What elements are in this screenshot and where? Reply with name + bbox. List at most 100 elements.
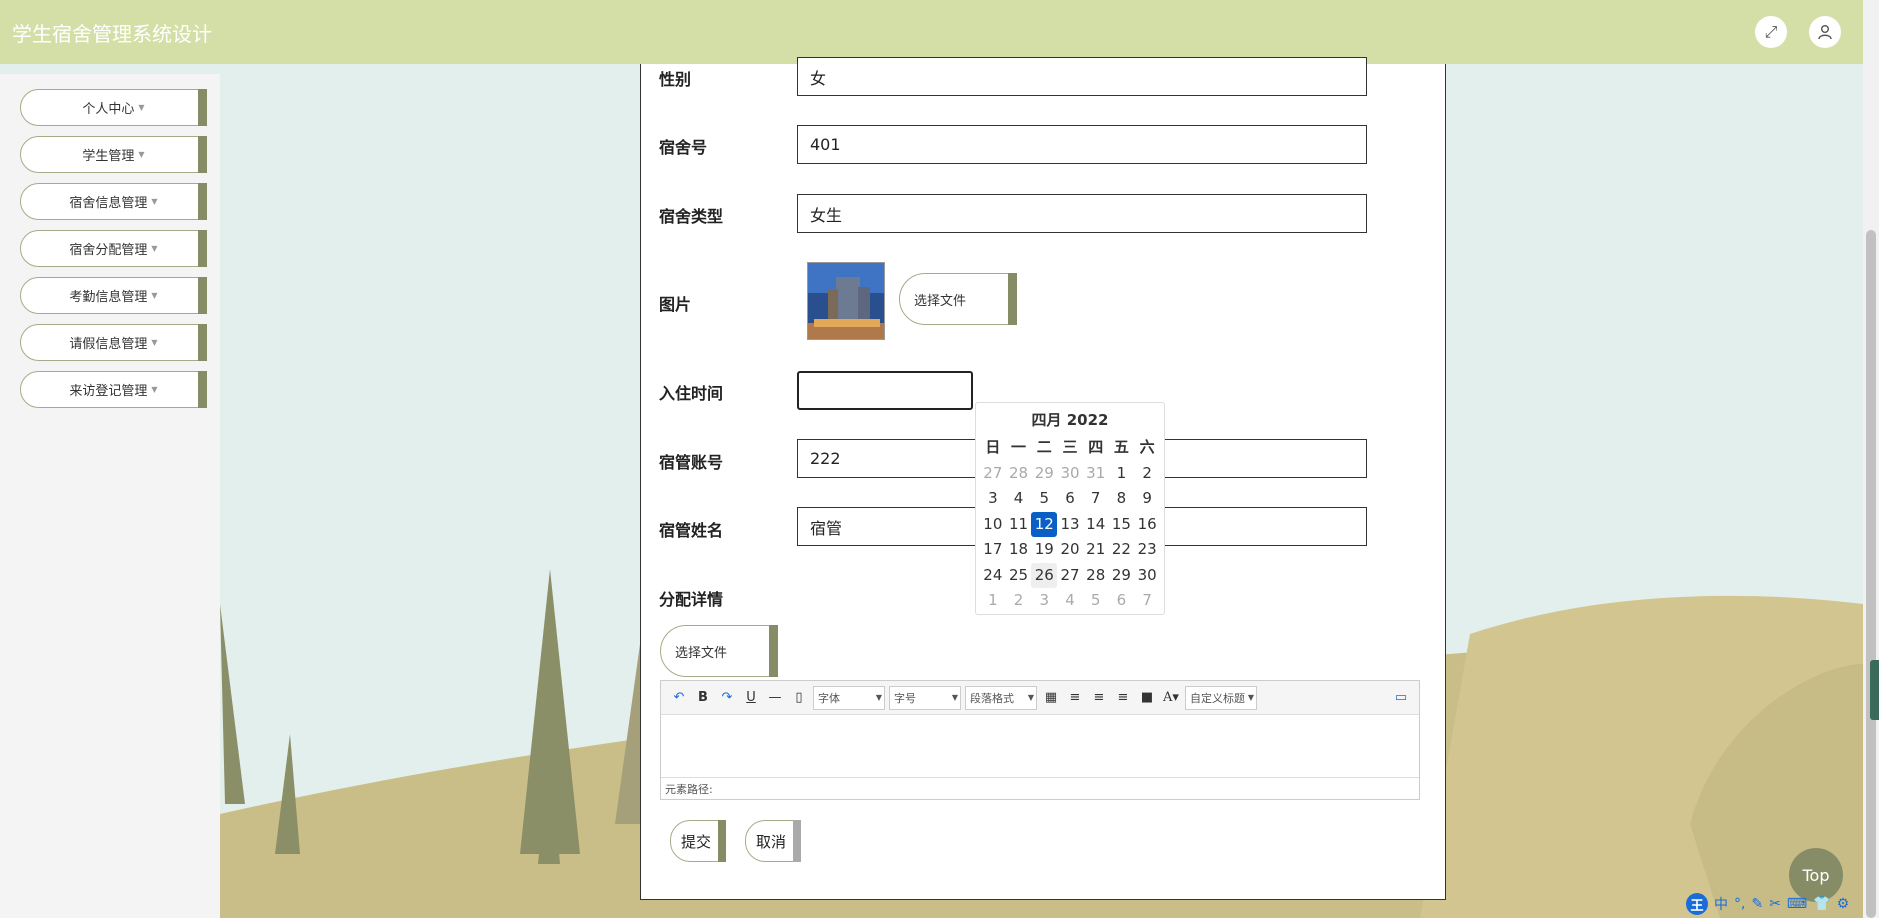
date-cell[interactable]: 20 bbox=[1057, 537, 1083, 563]
font-color-icon[interactable]: A▾ bbox=[1159, 690, 1183, 705]
date-cell[interactable]: 6 bbox=[1109, 588, 1135, 614]
date-cell[interactable]: 3 bbox=[980, 486, 1006, 512]
date-cell[interactable]: 30 bbox=[1057, 461, 1083, 487]
custom-title-select[interactable]: 自定义标题 ▼ bbox=[1185, 685, 1257, 710]
date-cell[interactable]: 7 bbox=[1083, 486, 1109, 512]
cancel-button[interactable]: 取消 bbox=[745, 820, 801, 862]
punctuation-icon[interactable]: °, bbox=[1734, 896, 1745, 912]
sidebar-item-dorm-allocation[interactable]: 宿舍分配管理 ▼ bbox=[20, 230, 207, 267]
page-scrollbar[interactable] bbox=[1863, 0, 1879, 918]
select-label: 段落格式 bbox=[970, 691, 1014, 705]
checkin-time-input[interactable] bbox=[797, 371, 973, 410]
weekday-header: 三 bbox=[1062, 438, 1078, 456]
date-cell[interactable]: 16 bbox=[1134, 512, 1160, 538]
detail-choose-file-button[interactable]: 选择文件 bbox=[660, 625, 778, 677]
date-cell[interactable]: 30 bbox=[1134, 563, 1160, 589]
date-picker-month-header[interactable]: 四月 2022 bbox=[976, 403, 1164, 435]
date-cell[interactable]: 18 bbox=[1006, 537, 1032, 563]
date-cell[interactable]: 4 bbox=[1057, 588, 1083, 614]
align-center-icon[interactable]: ≡ bbox=[1111, 690, 1135, 705]
underline-icon[interactable]: U bbox=[739, 690, 763, 705]
fullscreen-button[interactable]: ⤢ bbox=[1755, 16, 1787, 48]
sidebar-item-visitor[interactable]: 来访登记管理 ▼ bbox=[20, 371, 207, 408]
editor-content-area[interactable] bbox=[661, 715, 1419, 777]
date-cell[interactable]: 22 bbox=[1109, 537, 1135, 563]
date-cell[interactable]: 26 bbox=[1031, 562, 1058, 588]
date-cell[interactable]: 7 bbox=[1134, 588, 1160, 614]
date-cell[interactable]: 24 bbox=[980, 563, 1006, 589]
date-cell[interactable]: 2 bbox=[1134, 461, 1160, 487]
caret-down-icon: ▼ bbox=[151, 197, 158, 206]
keyboard-icon[interactable]: ⌨ bbox=[1787, 896, 1807, 912]
caret-down-icon: ▼ bbox=[1247, 693, 1254, 702]
redo-icon[interactable]: ↷ bbox=[715, 690, 739, 705]
bold-icon[interactable]: B bbox=[691, 690, 715, 705]
sidebar-item-personal-center[interactable]: 个人中心 ▼ bbox=[20, 89, 207, 126]
date-cell[interactable]: 17 bbox=[980, 537, 1006, 563]
sidebar-item-leave[interactable]: 请假信息管理 ▼ bbox=[20, 324, 207, 361]
dorm-no-label: 宿舍号 bbox=[659, 138, 708, 157]
date-cell[interactable]: 1 bbox=[980, 588, 1006, 614]
date-cell[interactable]: 6 bbox=[1057, 486, 1083, 512]
date-cell[interactable]: 5 bbox=[1031, 486, 1057, 512]
date-cell[interactable]: 21 bbox=[1083, 537, 1109, 563]
side-panel-tab[interactable] bbox=[1870, 660, 1879, 720]
date-cell[interactable]: 2 bbox=[1006, 588, 1032, 614]
gender-input[interactable]: 女 bbox=[797, 57, 1367, 96]
date-cell[interactable]: 15 bbox=[1109, 512, 1135, 538]
ime-language-toggle[interactable]: 中 bbox=[1714, 894, 1728, 914]
horizontal-rule-icon[interactable]: — bbox=[763, 690, 787, 705]
dorm-no-input[interactable]: 401 bbox=[797, 125, 1367, 164]
caret-down-icon: ▼ bbox=[138, 103, 145, 112]
submit-button[interactable]: 提交 bbox=[670, 820, 726, 862]
sidebar-item-dorm-info[interactable]: 宿舍信息管理 ▼ bbox=[20, 183, 207, 220]
fullscreen-editor-icon[interactable]: ▭ bbox=[1389, 690, 1413, 705]
font-size-select[interactable]: 字号 ▼ bbox=[889, 685, 961, 710]
paste-icon[interactable]: ▯ bbox=[787, 690, 811, 705]
date-cell[interactable]: 1 bbox=[1109, 461, 1135, 487]
date-cell[interactable]: 23 bbox=[1134, 537, 1160, 563]
sidebar-item-student-management[interactable]: 学生管理 ▼ bbox=[20, 136, 207, 173]
date-cell[interactable]: 27 bbox=[1057, 563, 1083, 589]
date-cell[interactable]: 29 bbox=[1031, 461, 1057, 487]
date-cell[interactable]: 11 bbox=[1006, 512, 1032, 538]
handwrite-icon[interactable]: ✎ bbox=[1751, 896, 1763, 912]
date-cell[interactable]: 8 bbox=[1109, 486, 1135, 512]
date-cell[interactable]: 12 bbox=[1031, 511, 1058, 537]
ime-logo-icon[interactable]: 王 bbox=[1686, 893, 1708, 915]
font-family-select[interactable]: 字体 ▼ bbox=[813, 685, 885, 710]
sidebar-item-attendance[interactable]: 考勤信息管理 ▼ bbox=[20, 277, 207, 314]
date-cell[interactable]: 27 bbox=[980, 461, 1006, 487]
date-cell[interactable]: 29 bbox=[1109, 563, 1135, 589]
picture-choose-file-button[interactable]: 选择文件 bbox=[899, 273, 1017, 325]
select-label: 字号 bbox=[894, 691, 916, 705]
date-cell[interactable]: 31 bbox=[1083, 461, 1109, 487]
date-cell[interactable]: 28 bbox=[1006, 461, 1032, 487]
gender-label: 性别 bbox=[659, 70, 692, 89]
dorm-type-input[interactable]: 女生 bbox=[797, 194, 1367, 233]
skin-icon[interactable]: 👕 bbox=[1813, 896, 1830, 912]
undo-icon[interactable]: ↶ bbox=[667, 690, 691, 705]
date-cell[interactable]: 14 bbox=[1083, 512, 1109, 538]
user-button[interactable] bbox=[1809, 16, 1841, 48]
scissors-icon[interactable]: ✂ bbox=[1769, 896, 1781, 912]
settings-icon[interactable]: ⚙ bbox=[1837, 896, 1850, 912]
align-left-icon[interactable]: ≡ bbox=[1063, 690, 1087, 705]
paragraph-format-select[interactable]: 段落格式 ▼ bbox=[965, 685, 1037, 710]
select-label: 自定义标题 bbox=[1190, 691, 1245, 705]
date-cell[interactable]: 28 bbox=[1083, 563, 1109, 589]
button-label: 取消 bbox=[756, 832, 787, 851]
date-cell[interactable]: 3 bbox=[1031, 588, 1057, 614]
justify-icon[interactable]: ■ bbox=[1135, 690, 1159, 705]
sidebar-item-label: 学生管理 bbox=[82, 149, 135, 164]
table-icon[interactable]: ▦ bbox=[1039, 690, 1063, 705]
date-cell[interactable]: 10 bbox=[980, 512, 1006, 538]
date-cell[interactable]: 19 bbox=[1031, 537, 1057, 563]
date-cell[interactable]: 25 bbox=[1006, 563, 1032, 589]
align-right-icon[interactable]: ≡ bbox=[1087, 690, 1111, 705]
date-cell[interactable]: 13 bbox=[1057, 512, 1083, 538]
date-cell[interactable]: 4 bbox=[1006, 486, 1032, 512]
date-cell[interactable]: 9 bbox=[1134, 486, 1160, 512]
scrollbar-thumb[interactable] bbox=[1866, 230, 1876, 918]
date-cell[interactable]: 5 bbox=[1083, 588, 1109, 614]
